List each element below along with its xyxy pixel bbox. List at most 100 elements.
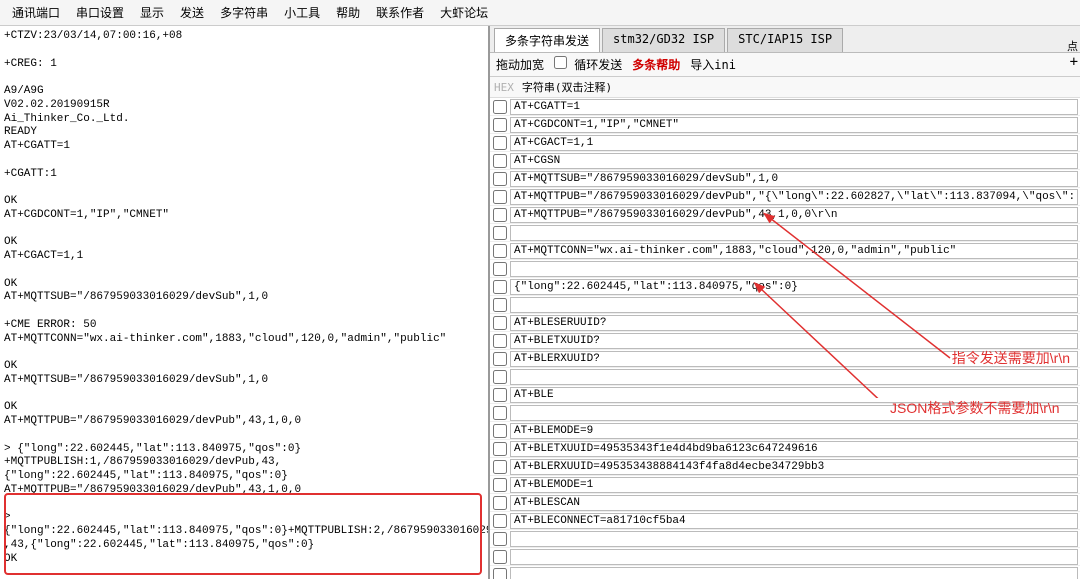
tab-stm32-isp[interactable]: stm32/GD32 ISP [602, 28, 725, 52]
cmd-input[interactable] [510, 279, 1078, 295]
cmd-row [490, 314, 1080, 332]
tab-multi-string-send[interactable]: 多条字符串发送 [494, 28, 600, 52]
menu-serial-settings[interactable]: 串口设置 [68, 2, 132, 23]
cmd-input[interactable] [510, 477, 1078, 493]
cmd-row [490, 512, 1080, 530]
cmd-hex-checkbox[interactable] [493, 226, 507, 240]
dot-column-label: 点 [1067, 38, 1078, 54]
cmd-row [490, 134, 1080, 152]
cmd-hex-checkbox[interactable] [493, 532, 507, 546]
cmd-hex-checkbox[interactable] [493, 550, 507, 564]
menu-contact[interactable]: 联系作者 [368, 2, 432, 23]
cmd-input[interactable] [510, 297, 1078, 313]
cmd-input[interactable] [510, 459, 1078, 475]
cmd-row [490, 170, 1080, 188]
loop-send-wrapper: 循环发送 [554, 56, 622, 73]
menu-send[interactable]: 发送 [172, 2, 212, 23]
menu-forum[interactable]: 大虾论坛 [432, 2, 496, 23]
import-ini-button[interactable]: 导入ini [690, 56, 736, 73]
cmd-input[interactable] [510, 369, 1078, 385]
cmd-input[interactable] [510, 351, 1078, 367]
menu-display[interactable]: 显示 [132, 2, 172, 23]
cmd-input[interactable] [510, 207, 1078, 223]
cmd-row [490, 242, 1080, 260]
cmd-row [490, 296, 1080, 314]
cmd-row [490, 152, 1080, 170]
cmd-hex-checkbox[interactable] [493, 208, 507, 222]
cmd-input[interactable] [510, 189, 1078, 205]
cmd-hex-checkbox[interactable] [493, 442, 507, 456]
cmd-row [490, 440, 1080, 458]
cmd-hex-checkbox[interactable] [493, 334, 507, 348]
cmd-input[interactable] [510, 333, 1078, 349]
cmd-input[interactable] [510, 531, 1078, 547]
cmd-hex-checkbox[interactable] [493, 478, 507, 492]
loop-send-checkbox[interactable] [554, 56, 567, 69]
tab-bar: 多条字符串发送 stm32/GD32 ISP STC/IAP15 ISP [490, 26, 1080, 53]
cmd-hex-checkbox[interactable] [493, 460, 507, 474]
cmd-row [490, 188, 1080, 206]
cmd-row [490, 404, 1080, 422]
cmd-hex-checkbox[interactable] [493, 244, 507, 258]
cmd-input[interactable] [510, 387, 1078, 403]
cmd-row [490, 206, 1080, 224]
drag-widen-label: 拖动加宽 [496, 56, 544, 73]
cmd-hex-checkbox[interactable] [493, 298, 507, 312]
cmd-input[interactable] [510, 135, 1078, 151]
cmd-hex-checkbox[interactable] [493, 514, 507, 528]
cmd-hex-checkbox[interactable] [493, 262, 507, 276]
cmd-hex-checkbox[interactable] [493, 352, 507, 366]
cmd-hex-checkbox[interactable] [493, 388, 507, 402]
cmd-input[interactable] [510, 117, 1078, 133]
cmd-hex-checkbox[interactable] [493, 370, 507, 384]
cmd-hex-checkbox[interactable] [493, 154, 507, 168]
right-panel: 多条字符串发送 stm32/GD32 ISP STC/IAP15 ISP 拖动加… [490, 26, 1080, 579]
cmd-hex-checkbox[interactable] [493, 406, 507, 420]
menu-tools[interactable]: 小工具 [276, 2, 328, 23]
cmd-hex-checkbox[interactable] [493, 172, 507, 186]
cmd-row [490, 224, 1080, 242]
cmd-row [490, 332, 1080, 350]
string-column-label: 字符串(双击注释) [522, 79, 612, 95]
cmd-row [490, 98, 1080, 116]
cmd-row [490, 458, 1080, 476]
cmd-hex-checkbox[interactable] [493, 118, 507, 132]
tab-stc-isp[interactable]: STC/IAP15 ISP [727, 28, 843, 52]
cmd-input[interactable] [510, 423, 1078, 439]
cmd-row [490, 116, 1080, 134]
cmd-hex-checkbox[interactable] [493, 100, 507, 114]
cmd-input[interactable] [510, 567, 1078, 579]
hex-column-label: HEX [494, 81, 514, 94]
cmd-input[interactable] [510, 225, 1078, 241]
main-container: +CTZV:23/03/14,07:00:16,+08 +CREG: 1 A9/… [0, 26, 1080, 579]
multi-help-link[interactable]: 多条帮助 [632, 56, 680, 73]
menu-comm-port[interactable]: 通讯端口 [4, 2, 68, 23]
menu-help[interactable]: 帮助 [328, 2, 368, 23]
cmd-hex-checkbox[interactable] [493, 280, 507, 294]
cmd-row [490, 386, 1080, 404]
cmd-input[interactable] [510, 315, 1078, 331]
cmd-hex-checkbox[interactable] [493, 496, 507, 510]
menu-multi-string[interactable]: 多字符串 [212, 2, 276, 23]
cmd-input[interactable] [510, 153, 1078, 169]
cmd-row [490, 494, 1080, 512]
cmd-input[interactable] [510, 513, 1078, 529]
cmd-row [490, 566, 1080, 579]
cmd-input[interactable] [510, 99, 1078, 115]
menubar: 通讯端口 串口设置 显示 发送 多字符串 小工具 帮助 联系作者 大虾论坛 [0, 0, 1080, 26]
cmd-input[interactable] [510, 171, 1078, 187]
cmd-hex-checkbox[interactable] [493, 316, 507, 330]
cmd-input[interactable] [510, 405, 1078, 421]
terminal-output[interactable]: +CTZV:23/03/14,07:00:16,+08 +CREG: 1 A9/… [0, 26, 488, 579]
cmd-hex-checkbox[interactable] [493, 568, 507, 579]
cmd-hex-checkbox[interactable] [493, 136, 507, 150]
cmd-hex-checkbox[interactable] [493, 190, 507, 204]
cmd-input[interactable] [510, 261, 1078, 277]
cmd-input[interactable] [510, 495, 1078, 511]
cmd-row [490, 350, 1080, 368]
cmd-input[interactable] [510, 549, 1078, 565]
cmd-hex-checkbox[interactable] [493, 424, 507, 438]
cmd-input[interactable] [510, 441, 1078, 457]
plus-button[interactable]: + [1070, 54, 1078, 70]
cmd-input[interactable] [510, 243, 1078, 259]
